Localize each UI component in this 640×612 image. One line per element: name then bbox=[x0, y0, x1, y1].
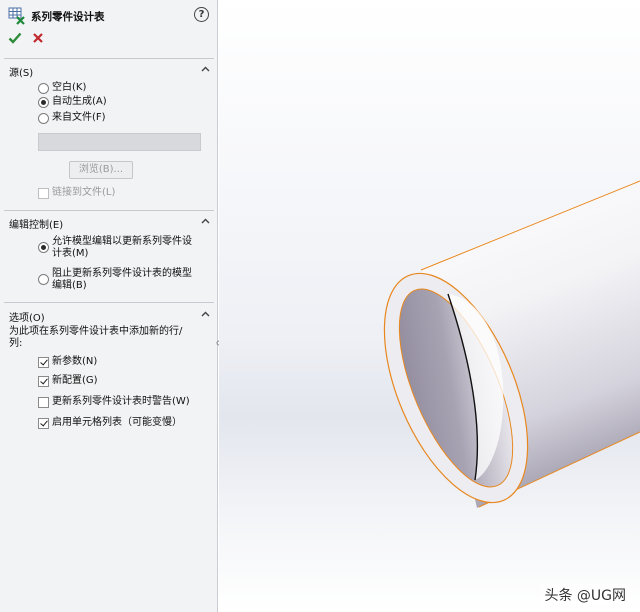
graphics-viewport[interactable]: 头条 @UG网 bbox=[219, 0, 640, 612]
radio-button-selected[interactable] bbox=[38, 242, 49, 253]
options-description-line2: 列: bbox=[9, 338, 23, 349]
cancel-x-icon[interactable] bbox=[32, 32, 44, 44]
radio-label: 空白(K) bbox=[52, 82, 87, 93]
radio-label: 来自文件(F) bbox=[52, 112, 106, 123]
panel-title: 系列零件设计表 bbox=[31, 11, 105, 23]
watermark-text: 头条 @UG网 bbox=[540, 584, 630, 606]
chevron-up-icon[interactable] bbox=[201, 311, 210, 317]
radio-button[interactable] bbox=[38, 83, 49, 94]
table-icon bbox=[8, 7, 25, 25]
section-divider bbox=[4, 302, 214, 303]
radio-label-line2: 计表(M) bbox=[52, 248, 89, 259]
radio-button[interactable] bbox=[38, 274, 49, 285]
radio-label-line1: 阻止更新系列零件设计表的模型 bbox=[52, 268, 192, 279]
checkbox-label: 新配置(G) bbox=[52, 375, 98, 386]
section-divider bbox=[4, 58, 214, 59]
checkbox-checked[interactable] bbox=[38, 418, 49, 429]
checkbox-label: 更新系列零件设计表时警告(W) bbox=[52, 396, 190, 407]
browse-button[interactable]: 浏览(B)... bbox=[69, 161, 133, 179]
property-manager-panel: 系列零件设计表 ? 源(S) 空白(K) 自动生成(A) 来自文件(F) 浏览(… bbox=[0, 0, 218, 612]
options-description-line1: 为此项在系列零件设计表中添加新的行/ bbox=[9, 326, 183, 337]
checkbox-label: 启用单元格列表（可能变慢） bbox=[52, 417, 182, 428]
checkbox-checked[interactable] bbox=[38, 357, 49, 368]
chevron-up-icon[interactable] bbox=[201, 66, 210, 72]
help-icon[interactable]: ? bbox=[194, 7, 209, 22]
checkbox-label: 新参数(N) bbox=[52, 356, 98, 367]
checkbox[interactable] bbox=[38, 397, 49, 408]
radio-allow-model-edit[interactable]: 允许模型编辑以更新系列零件设 计表(M) bbox=[38, 236, 208, 262]
ok-check-icon[interactable] bbox=[8, 31, 22, 45]
viewport-canvas[interactable] bbox=[219, 0, 640, 612]
radio-block-model-edit[interactable]: 阻止更新系列零件设计表的模型 编辑(B) bbox=[38, 268, 208, 294]
radio-button[interactable] bbox=[38, 113, 49, 124]
section-source-title[interactable]: 源(S) bbox=[9, 64, 33, 79]
section-options-title[interactable]: 选项(O) bbox=[9, 309, 45, 324]
link-to-file-checkbox[interactable] bbox=[38, 188, 49, 199]
file-path-input[interactable] bbox=[38, 133, 201, 151]
radio-button-selected[interactable] bbox=[38, 97, 49, 108]
section-divider bbox=[4, 210, 214, 211]
radio-label-line2: 编辑(B) bbox=[52, 280, 87, 291]
section-edit-control-title[interactable]: 编辑控制(E) bbox=[9, 216, 63, 231]
panel-header: 系列零件设计表 ? bbox=[8, 7, 213, 25]
radio-label: 自动生成(A) bbox=[52, 96, 107, 107]
chevron-up-icon[interactable] bbox=[201, 218, 210, 224]
checkbox-checked[interactable] bbox=[38, 376, 49, 387]
checkbox-label: 链接到文件(L) bbox=[52, 187, 116, 198]
radio-label-line1: 允许模型编辑以更新系列零件设 bbox=[52, 236, 192, 247]
